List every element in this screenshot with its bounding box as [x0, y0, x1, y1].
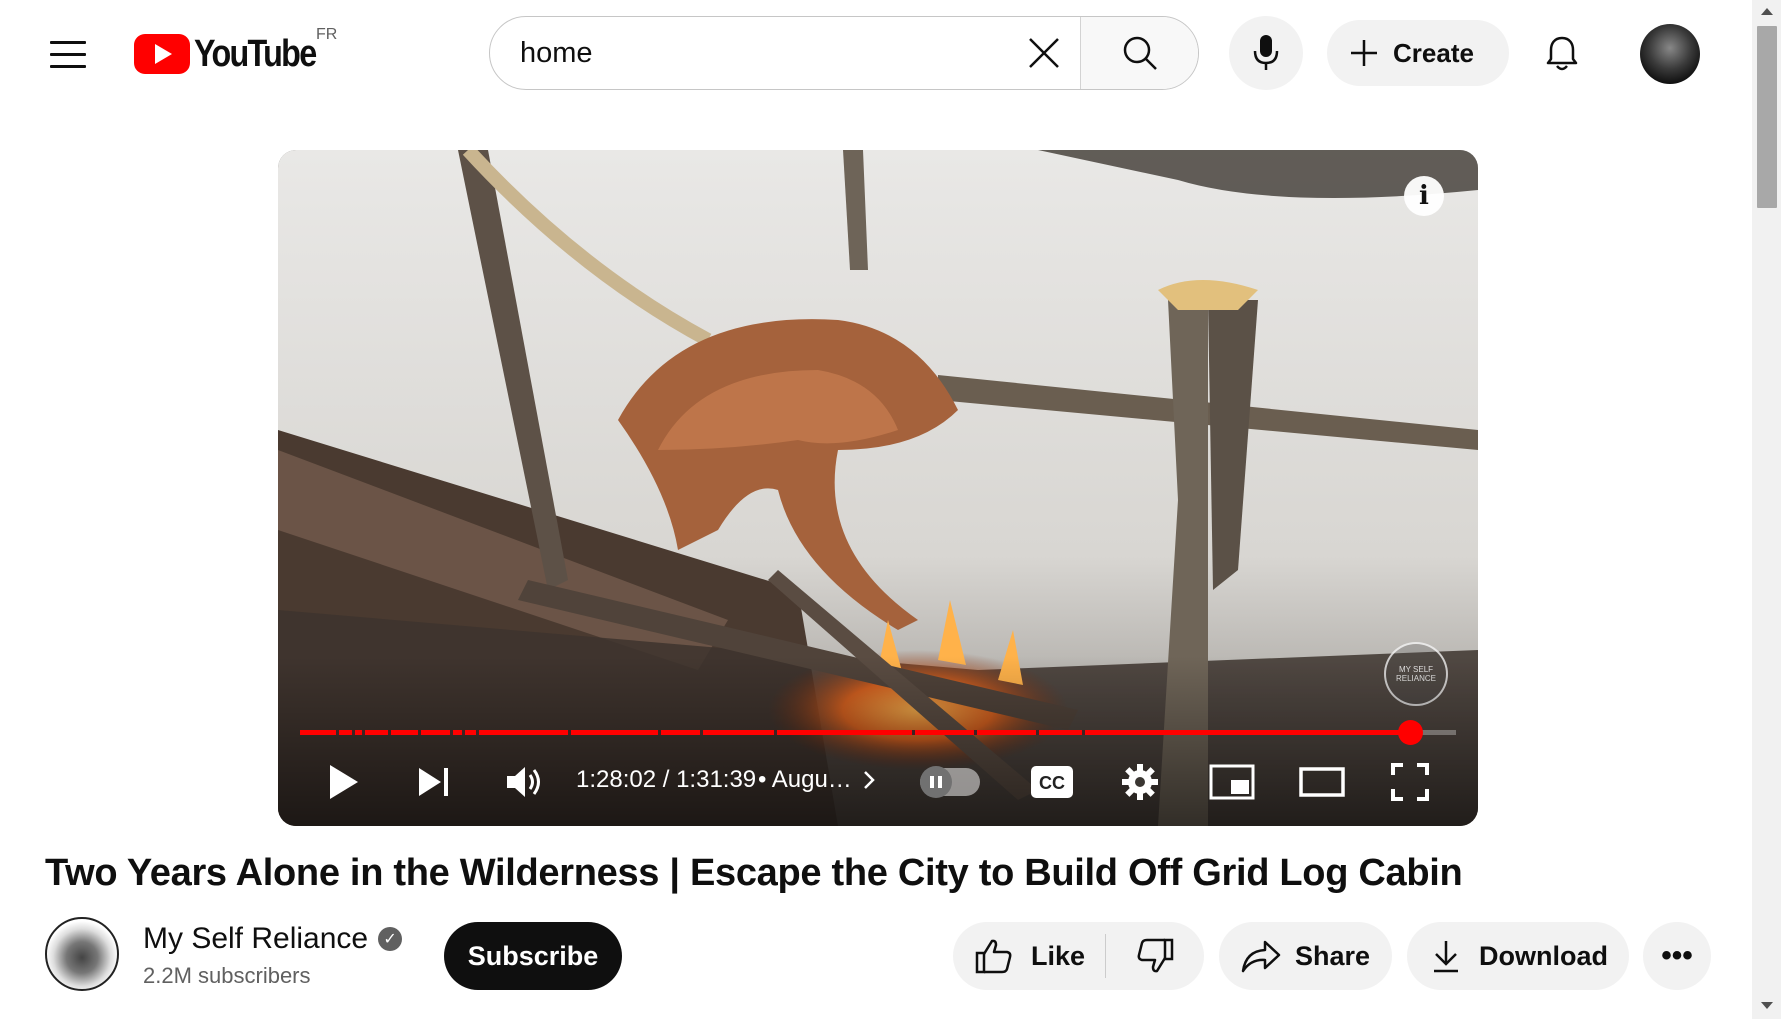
channel-avatar[interactable] [45, 917, 119, 991]
chapter-marker [388, 730, 391, 735]
progress-played [300, 730, 1410, 735]
cc-icon: CC [1031, 766, 1073, 798]
chapter-marker [912, 730, 915, 735]
time-display: 1:28:02 / 1:31:39 [576, 766, 757, 793]
subscribe-button[interactable]: Subscribe [444, 922, 622, 990]
chapter-title-button[interactable]: • Augu… [758, 766, 876, 794]
chapter-marker [462, 730, 465, 735]
chapter-marker [336, 730, 339, 735]
channel-link[interactable]: My Self Reliance ✓ [143, 922, 403, 956]
like-dislike-group: Like [953, 922, 1204, 990]
chapter-marker [418, 730, 421, 735]
like-label: Like [1031, 940, 1086, 971]
theater-mode-button[interactable] [1292, 754, 1352, 810]
channel-name: My Self Reliance [143, 922, 369, 955]
chapter-marker [1036, 730, 1039, 735]
autoplay-toggle[interactable] [920, 766, 980, 798]
search-box [489, 16, 1199, 90]
progress-bar[interactable] [300, 720, 1456, 745]
country-code: FR [316, 26, 338, 43]
like-button[interactable]: Like [953, 922, 1105, 990]
chapter-marker [568, 730, 571, 735]
plus-icon [1351, 40, 1377, 66]
video-player[interactable]: i MY SELF RELIANCE [278, 150, 1478, 826]
dislike-button[interactable] [1106, 922, 1204, 990]
chapter-marker [1082, 730, 1085, 735]
skip-next-icon [419, 768, 448, 796]
masthead: YouTube FR Create [0, 0, 1750, 108]
scroll-thumb[interactable] [1757, 26, 1777, 208]
create-button[interactable]: Create [1327, 20, 1509, 86]
account-avatar[interactable] [1640, 24, 1700, 84]
mic-icon [1253, 35, 1279, 70]
youtube-watch-page: YouTube FR Create [0, 0, 1781, 1019]
chevron-right-icon [863, 771, 875, 789]
search-icon [1123, 36, 1157, 70]
notifications-button[interactable] [1532, 22, 1592, 84]
gear-icon [1122, 764, 1158, 800]
theater-icon [1299, 767, 1345, 797]
scroll-down-arrow-icon[interactable] [1761, 1002, 1773, 1009]
captions-button[interactable]: CC [1024, 754, 1080, 810]
chapter-marker [362, 730, 365, 735]
miniplayer-icon [1209, 764, 1255, 800]
download-icon [1434, 941, 1458, 973]
next-button[interactable] [404, 754, 464, 810]
more-actions-button[interactable]: ••• [1643, 922, 1711, 990]
miniplayer-button[interactable] [1204, 754, 1260, 810]
chapter-marker [774, 730, 777, 735]
thumbs-down-icon [1137, 938, 1174, 973]
chapter-marker [974, 730, 977, 735]
search-input[interactable] [490, 17, 1008, 89]
volume-icon [507, 767, 540, 797]
page-scrollbar[interactable] [1752, 0, 1781, 1019]
play-icon [330, 765, 358, 799]
close-icon[interactable] [1008, 17, 1080, 89]
create-label: Create [1393, 37, 1474, 68]
chapter-marker [450, 730, 453, 735]
youtube-play-logo-icon [134, 34, 190, 74]
logo-wordmark: YouTube [194, 32, 317, 75]
share-button[interactable]: Share [1219, 922, 1392, 990]
download-label: Download [1479, 940, 1608, 971]
pause-icon [920, 766, 952, 798]
verified-badge-icon: ✓ [378, 927, 403, 951]
search-button[interactable] [1080, 17, 1198, 89]
settings-button[interactable] [1112, 754, 1168, 810]
chapter-marker [658, 730, 661, 735]
bell-icon [1546, 36, 1578, 71]
share-label: Share [1295, 940, 1371, 971]
download-button[interactable]: Download [1407, 922, 1629, 990]
share-icon [1241, 940, 1281, 973]
fullscreen-icon [1391, 763, 1429, 801]
subscriber-count: 2.2M subscribers [143, 963, 311, 988]
voice-search-button[interactable] [1229, 16, 1303, 90]
youtube-logo[interactable]: YouTube [134, 30, 337, 78]
chapter-marker [700, 730, 703, 735]
video-title: Two Years Alone in the Wilderness | Esca… [45, 852, 1463, 894]
play-button[interactable] [314, 754, 374, 810]
thumbs-up-icon [975, 939, 1012, 974]
chapter-marker [352, 730, 355, 735]
chapter-label: • Augu… [758, 766, 852, 793]
svg-text:CC: CC [1039, 773, 1065, 793]
menu-icon[interactable] [40, 30, 96, 78]
more-icon: ••• [1661, 939, 1693, 972]
mute-button[interactable] [494, 754, 556, 810]
fullscreen-button[interactable] [1382, 754, 1438, 810]
scrubber-handle[interactable] [1397, 720, 1423, 745]
chapter-marker [476, 730, 479, 735]
scroll-up-arrow-icon[interactable] [1761, 8, 1773, 15]
info-icon[interactable]: i [1404, 176, 1444, 216]
